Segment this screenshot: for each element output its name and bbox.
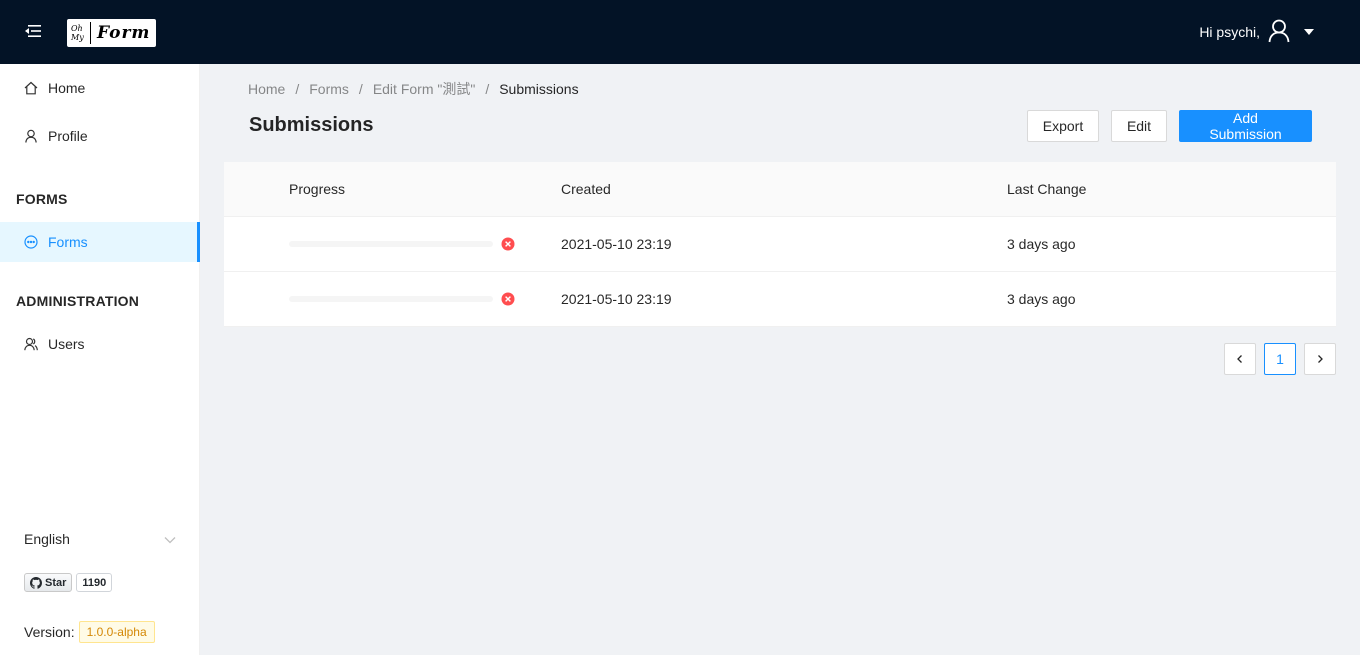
- message-icon: [24, 235, 38, 249]
- sidebar-item-profile[interactable]: Profile: [0, 116, 200, 156]
- sidebar-group-forms: FORMS: [16, 191, 68, 207]
- add-submission-button[interactable]: Add Submission: [1179, 110, 1312, 142]
- version-tag: 1.0.0-alpha: [78, 621, 155, 643]
- export-button[interactable]: Export: [1027, 110, 1099, 142]
- sidebar-item-label: Users: [48, 336, 85, 352]
- chevron-down-icon: [164, 531, 176, 547]
- logo-big-text: Form: [90, 22, 150, 44]
- close-circle-icon: [501, 292, 515, 306]
- breadcrumb-home[interactable]: Home: [248, 81, 285, 97]
- created-cell: 2021-05-10 23:19: [561, 291, 672, 307]
- breadcrumb-separator: /: [358, 81, 363, 97]
- sidebar-item-home[interactable]: Home: [0, 68, 200, 108]
- top-header: Oh My Form Hi psychi,: [0, 0, 1360, 64]
- user-icon: [24, 129, 38, 143]
- github-star-label: Star: [45, 576, 67, 589]
- user-avatar-icon: [1268, 19, 1290, 46]
- breadcrumb-edit-form[interactable]: Edit Form "測試": [373, 79, 476, 99]
- sidebar-item-forms[interactable]: Forms: [0, 222, 200, 262]
- app-logo[interactable]: Oh My Form: [67, 19, 156, 47]
- version-info: Version: 1.0.0-alpha: [24, 621, 155, 643]
- menu-fold-icon[interactable]: [24, 22, 42, 40]
- chevron-right-icon: [1318, 355, 1323, 363]
- home-icon: [24, 81, 38, 95]
- pagination-prev-button[interactable]: [1224, 343, 1256, 375]
- last-change-cell: 3 days ago: [1007, 291, 1076, 307]
- breadcrumb-separator: /: [295, 81, 300, 97]
- last-change-cell: 3 days ago: [1007, 236, 1076, 252]
- github-icon: [30, 576, 42, 589]
- team-icon: [24, 337, 38, 351]
- page-title: Submissions: [249, 114, 374, 136]
- sidebar-group-administration: ADMINISTRATION: [16, 293, 140, 309]
- pagination-page-1[interactable]: 1: [1264, 343, 1296, 375]
- table-row[interactable]: 2021-05-10 23:19 3 days ago: [224, 272, 1336, 327]
- table-row[interactable]: 2021-05-10 23:19 3 days ago: [224, 217, 1336, 272]
- breadcrumb-separator: /: [485, 81, 490, 97]
- column-header-created[interactable]: Created: [561, 162, 611, 216]
- breadcrumb: Home / Forms / Edit Form "測試" / Submissi…: [248, 79, 579, 99]
- github-star-button[interactable]: Star: [24, 573, 73, 592]
- sidebar: Home Profile FORMS Forms ADMINISTRATION …: [0, 64, 200, 655]
- github-star-count[interactable]: 1190: [76, 573, 113, 592]
- sidebar-item-label: Profile: [48, 128, 88, 144]
- progress-cell: [289, 217, 515, 271]
- logo-small-text: Oh My: [71, 24, 84, 42]
- progress-bar: [289, 241, 493, 247]
- created-cell: 2021-05-10 23:19: [561, 236, 672, 252]
- column-header-progress[interactable]: Progress: [289, 162, 345, 216]
- edit-button[interactable]: Edit: [1111, 110, 1167, 142]
- version-label: Version:: [24, 624, 75, 640]
- table-header: Progress Created Last Change: [224, 162, 1336, 217]
- chevron-left-icon: [1237, 355, 1242, 363]
- user-menu[interactable]: Hi psychi,: [1199, 14, 1314, 50]
- language-select[interactable]: English: [24, 527, 176, 551]
- pagination-next-button[interactable]: [1304, 343, 1336, 375]
- sidebar-item-label: Home: [48, 80, 86, 96]
- progress-bar: [289, 296, 493, 302]
- sidebar-item-label: Forms: [48, 234, 88, 250]
- progress-cell: [289, 272, 515, 326]
- sidebar-item-users[interactable]: Users: [0, 324, 200, 364]
- caret-down-icon: [1304, 29, 1314, 35]
- breadcrumb-forms[interactable]: Forms: [309, 81, 349, 97]
- user-greeting: Hi psychi,: [1199, 24, 1260, 40]
- breadcrumb-current: Submissions: [499, 81, 579, 97]
- close-circle-icon: [501, 237, 515, 251]
- language-value: English: [24, 531, 70, 547]
- submissions-table: Progress Created Last Change 2021-05-10 …: [224, 162, 1336, 327]
- column-header-last-change[interactable]: Last Change: [1007, 162, 1086, 216]
- github-badge: Star 1190: [24, 573, 113, 592]
